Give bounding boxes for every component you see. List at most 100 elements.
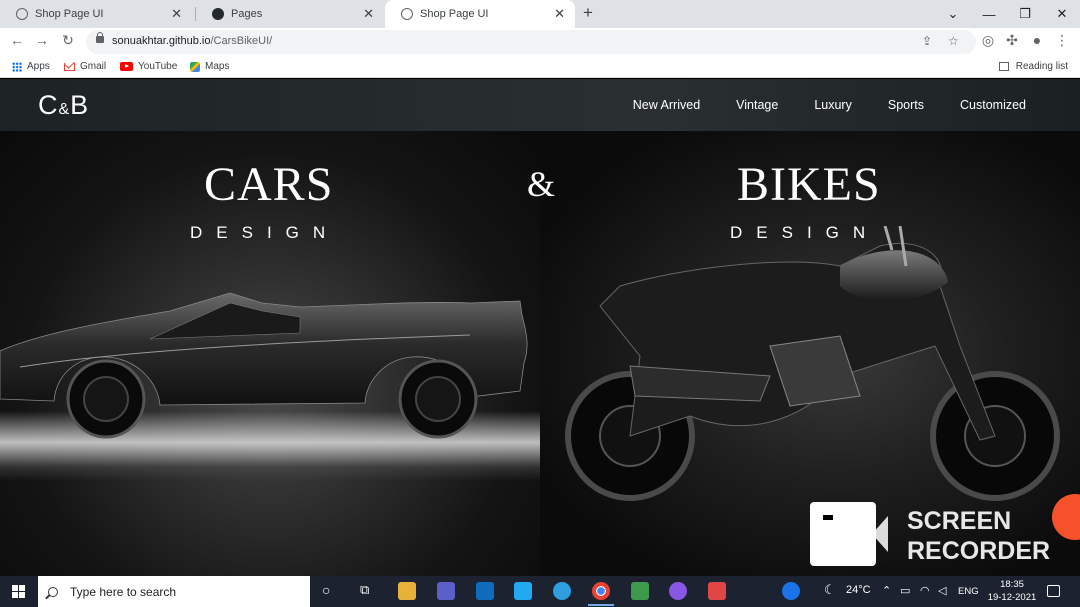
recorder-text: SCREEN RECORDER <box>907 506 1050 566</box>
volume-icon[interactable]: ◁ <box>938 584 946 597</box>
nav-sports[interactable]: Sports <box>888 98 924 112</box>
weather-moon-icon[interactable]: ☾ <box>824 582 836 598</box>
weather-temp[interactable]: 24°C <box>846 584 871 596</box>
tab-shop-page-ui-1[interactable]: Shop Page UI ✕ <box>0 0 192 28</box>
screen-recorder-app-icon[interactable] <box>708 582 726 600</box>
taskbar-search[interactable]: Type here to search <box>38 576 310 607</box>
edge-icon[interactable] <box>553 582 571 600</box>
tab-title: Shop Page UI <box>35 8 104 20</box>
browser-toolbar: ← → ↻ sonuakhtar.github.io/CarsBikeUI/ ⇪… <box>0 28 1080 56</box>
back-icon[interactable]: ← <box>7 32 27 48</box>
bookmark-apps[interactable]: Apps <box>12 61 50 72</box>
bookmark-maps[interactable]: Maps <box>190 61 229 72</box>
windows-start-icon[interactable] <box>12 585 25 598</box>
logo-letter-b: B <box>70 90 90 120</box>
cars-subtitle: DESIGN <box>190 223 340 242</box>
bookmark-label: Maps <box>205 61 230 72</box>
reading-list-icon <box>998 62 1009 71</box>
url-host: sonuakhtar.github.io <box>112 35 211 47</box>
reading-list-button[interactable]: Reading list <box>998 61 1068 72</box>
restore-button[interactable]: ❐ <box>1007 0 1043 28</box>
site-navbar: C&B New Arrived Vintage Luxury Sports Cu… <box>0 79 1080 131</box>
windows-taskbar: Type here to search ○ ⧉ ☾ 24°C ⌃ ▭ ◠ ◁ E… <box>0 576 1080 607</box>
screen-recorder-watermark: SCREEN RECORDER <box>810 502 1050 568</box>
apps-grid-icon <box>12 61 22 72</box>
share-icon[interactable]: ⇪ <box>922 34 932 48</box>
profile-avatar-icon[interactable]: ● <box>1027 32 1047 48</box>
globe-icon <box>401 8 413 20</box>
close-tab-icon[interactable]: ✕ <box>171 6 182 22</box>
tab-shop-page-ui-active[interactable]: Shop Page UI ✕ <box>385 0 575 28</box>
github-desktop-icon[interactable] <box>669 582 687 600</box>
car-image <box>0 292 528 439</box>
bike-image <box>565 226 1060 501</box>
maps-icon <box>190 61 200 72</box>
photos-icon[interactable] <box>631 582 649 600</box>
ampersand-divider: & <box>527 164 556 204</box>
task-view-icon[interactable]: ⧉ <box>360 582 369 598</box>
tray-chevron-icon[interactable]: ⌃ <box>882 584 891 597</box>
extension-icon[interactable]: ◎ <box>978 32 998 49</box>
bookmarks-bar: Apps Gmail YouTube Maps Reading list <box>0 56 1080 78</box>
url-text[interactable]: sonuakhtar.github.io/CarsBikeUI/ <box>112 35 272 47</box>
cortana-icon[interactable]: ○ <box>322 582 330 598</box>
tab-pages[interactable]: Pages ✕ <box>196 0 384 28</box>
url-path: /CarsBikeUI/ <box>210 35 273 47</box>
nav-new-arrived[interactable]: New Arrived <box>633 98 700 112</box>
camera-lens-icon <box>872 516 888 552</box>
recorder-line-2: RECORDER <box>907 537 1051 565</box>
close-tab-icon[interactable]: ✕ <box>363 6 374 22</box>
tab-search-icon[interactable]: ⌄ <box>935 0 971 28</box>
youtube-icon <box>120 62 133 71</box>
search-placeholder: Type here to search <box>70 584 177 599</box>
vscode-icon[interactable] <box>514 582 532 600</box>
bookmark-gmail[interactable]: Gmail <box>64 61 106 72</box>
site-logo[interactable]: C&B <box>38 90 89 121</box>
minimize-button[interactable]: — <box>971 0 1007 28</box>
outlook-icon[interactable] <box>476 582 494 600</box>
bikes-subtitle: DESIGN <box>730 223 880 242</box>
logo-letter-c: C <box>38 90 59 120</box>
notification-icon[interactable] <box>1047 585 1060 597</box>
bookmark-label: Gmail <box>80 61 107 72</box>
tab-title: Shop Page UI <box>420 8 489 20</box>
bikes-title: BIKES <box>737 158 881 211</box>
bookmark-star-icon[interactable]: ☆ <box>948 34 959 48</box>
address-bar[interactable]: sonuakhtar.github.io/CarsBikeUI/ ⇪ ☆ <box>86 30 976 54</box>
logo-ampersand: & <box>58 101 71 118</box>
new-tab-button[interactable]: + <box>583 3 593 23</box>
recorder-line-1: SCREEN <box>907 507 1012 535</box>
browser-tab-strip: Shop Page UI ✕ Pages ✕ Shop Page UI ✕ + … <box>0 0 1080 28</box>
taskbar-clock[interactable]: 18:35 19-12-2021 <box>984 578 1040 604</box>
clock-date: 19-12-2021 <box>987 592 1037 603</box>
reload-icon[interactable]: ↻ <box>58 32 78 49</box>
cars-title: CARS <box>204 158 334 211</box>
nav-vintage[interactable]: Vintage <box>736 98 778 112</box>
tab-title: Pages <box>231 8 263 20</box>
bookmark-label: Apps <box>27 61 50 72</box>
camera-icon <box>810 502 876 566</box>
puzzle-icon[interactable]: ✣ <box>1002 32 1022 49</box>
teams-icon[interactable] <box>437 582 455 600</box>
clock-time: 18:35 <box>1000 579 1024 590</box>
site-nav: New Arrived Vintage Luxury Sports Custom… <box>633 98 1026 112</box>
close-tab-icon[interactable]: ✕ <box>554 6 565 22</box>
close-window-button[interactable]: ✕ <box>1044 0 1080 28</box>
cars-hero-panel[interactable]: CARS DESIGN <box>0 131 540 576</box>
globe-icon <box>16 8 28 20</box>
chrome-icon[interactable] <box>588 582 614 606</box>
menu-kebab-icon[interactable]: ⋮ <box>1052 32 1072 49</box>
network-icon[interactable]: ◠ <box>920 584 930 597</box>
forward-icon[interactable]: → <box>32 32 52 48</box>
gmail-icon <box>64 62 75 71</box>
reading-list-label: Reading list <box>1015 61 1068 72</box>
file-explorer-icon[interactable] <box>398 582 416 600</box>
bookmark-label: YouTube <box>138 61 178 72</box>
search-icon <box>48 586 58 597</box>
bookmark-youtube[interactable]: YouTube <box>120 61 177 72</box>
nav-customized[interactable]: Customized <box>960 98 1026 112</box>
help-icon[interactable] <box>782 582 800 600</box>
nav-luxury[interactable]: Luxury <box>814 98 852 112</box>
language-indicator[interactable]: ENG <box>958 586 979 597</box>
battery-icon[interactable]: ▭ <box>900 584 910 597</box>
